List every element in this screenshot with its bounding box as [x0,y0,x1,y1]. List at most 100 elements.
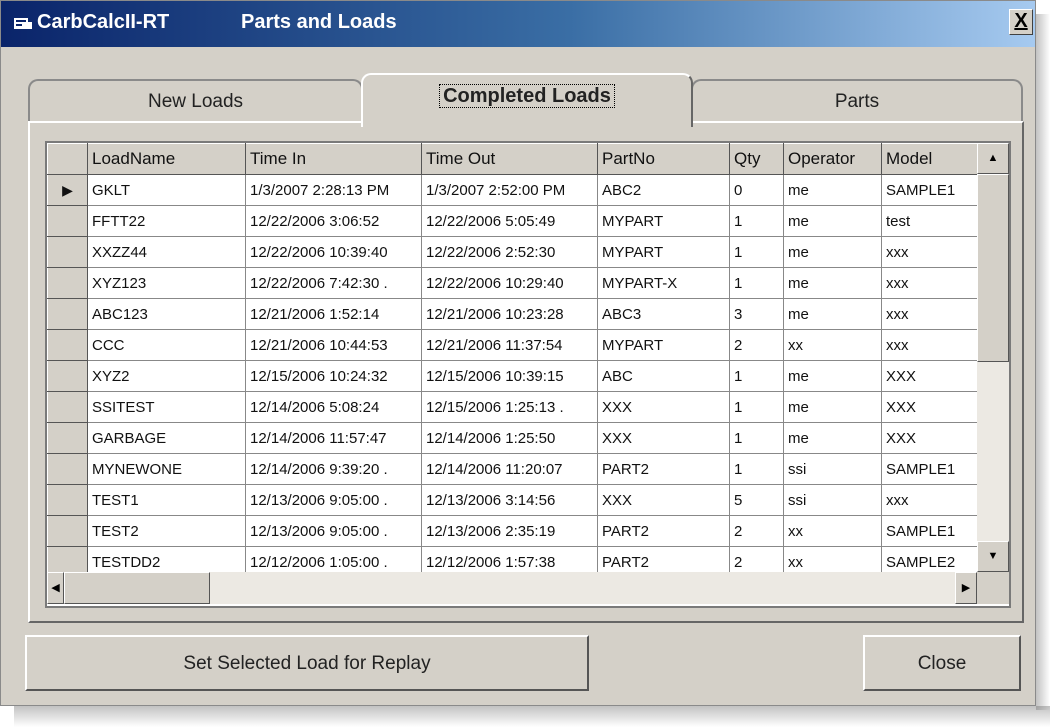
grid-cell[interactable]: xxx [881,484,978,516]
grid-cell[interactable]: test [881,205,978,237]
grid-cell[interactable]: XYZ123 [87,267,246,299]
grid-cell[interactable]: 12/15/2006 10:39:15 [421,360,598,392]
grid-cell[interactable]: XYZ2 [87,360,246,392]
grid-cell[interactable]: me [783,174,882,206]
column-header[interactable]: Qty [729,143,784,175]
grid-cell[interactable]: 12/22/2006 10:29:40 [421,267,598,299]
grid-cell[interactable]: me [783,205,882,237]
grid-cell[interactable]: 12/22/2006 2:52:30 [421,236,598,268]
row-selector[interactable] [47,236,88,268]
row-selector[interactable] [47,205,88,237]
table-row[interactable]: FFTT22 12/22/2006 3:06:52 12/22/2006 5:05:… [47,205,978,237]
row-selector[interactable] [47,453,88,485]
grid-cell[interactable]: XXX [597,484,730,516]
grid-cell[interactable]: ssi [783,484,882,516]
grid-cell[interactable]: XXX [597,391,730,423]
grid-cell[interactable]: XXX [881,422,978,454]
grid-cell[interactable]: 12/21/2006 1:52:14 [245,298,422,330]
grid-cell[interactable]: 12/14/2006 5:08:24 [245,391,422,423]
grid-cell[interactable]: 12/14/2006 1:25:50 [421,422,598,454]
title-bar[interactable]: CarbCalcII-RT Parts and Loads X [1,1,1035,47]
grid-cell[interactable]: 12/21/2006 11:37:54 [421,329,598,361]
row-selector[interactable] [47,391,88,423]
grid-cell[interactable]: 3 [729,298,784,330]
grid-cell[interactable]: me [783,391,882,423]
scroll-up-button[interactable]: ▲ [977,143,1009,174]
loads-grid[interactable]: LoadName Time In Time Out PartNo Qty Ope… [45,141,1011,608]
horizontal-scrollbar[interactable]: ◀ ▶ [47,572,977,604]
table-row[interactable]: GARBAGE 12/14/2006 11:57:47 12/14/2006 1:2… [47,422,978,454]
row-selector[interactable] [47,422,88,454]
grid-cell[interactable]: xxx [881,298,978,330]
row-selector[interactable] [47,329,88,361]
horizontal-scroll-thumb[interactable] [64,572,210,604]
grid-cell[interactable]: PART2 [597,515,730,547]
column-header[interactable]: LoadName [87,143,246,175]
grid-cell[interactable]: 12/21/2006 10:23:28 [421,298,598,330]
close-icon[interactable]: X [1009,9,1033,35]
grid-cell[interactable]: TEST2 [87,515,246,547]
grid-cell[interactable]: XXZZ44 [87,236,246,268]
grid-cell[interactable]: 1 [729,267,784,299]
grid-cell[interactable]: PART2 [597,453,730,485]
grid-cell[interactable]: 12/14/2006 9:39:20 . [245,453,422,485]
grid-cell[interactable]: 12/21/2006 10:44:53 [245,329,422,361]
grid-cell[interactable]: MYPART-X [597,267,730,299]
set-replay-button[interactable]: Set Selected Load for Replay [25,635,589,691]
column-header[interactable]: Operator [783,143,882,175]
table-row[interactable]: XXZZ44 12/22/2006 10:39:40 12/22/2006 2:52… [47,236,978,268]
grid-cell[interactable]: 2 [729,515,784,547]
table-row[interactable]: MYNEWONE 12/14/2006 9:39:20 . 12/14/2006 1… [47,453,978,485]
grid-cell[interactable]: XXX [881,360,978,392]
grid-cell[interactable]: 12/14/2006 11:20:07 [421,453,598,485]
grid-cell[interactable]: CCC [87,329,246,361]
grid-cell[interactable]: GKLT [87,174,246,206]
vertical-scroll-thumb[interactable] [977,174,1009,362]
table-row[interactable]: XYZ123 12/22/2006 7:42:30 . 12/22/2006 10:… [47,267,978,299]
grid-cell[interactable]: ssi [783,453,882,485]
grid-cell[interactable]: 12/13/2006 9:05:00 . [245,484,422,516]
grid-cell[interactable]: 12/13/2006 3:14:56 [421,484,598,516]
table-row[interactable]: SSITEST 12/14/2006 5:08:24 12/15/2006 1:25… [47,391,978,423]
grid-cell[interactable]: ABC [597,360,730,392]
scroll-right-button[interactable]: ▶ [955,572,977,604]
close-button[interactable]: Close [863,635,1021,691]
row-selector[interactable] [47,298,88,330]
grid-cell[interactable]: me [783,298,882,330]
grid-cell[interactable]: 12/15/2006 1:25:13 . [421,391,598,423]
grid-cell[interactable]: 2 [729,329,784,361]
tab-completed-loads[interactable]: Completed Loads [361,73,693,127]
table-row[interactable]: ABC123 12/21/2006 1:52:14 12/21/2006 10:23… [47,298,978,330]
row-selector[interactable] [47,484,88,516]
table-row[interactable]: TEST1 12/13/2006 9:05:00 . 12/13/2006 3:14… [47,484,978,516]
grid-cell[interactable]: 12/15/2006 10:24:32 [245,360,422,392]
grid-cell[interactable]: GARBAGE [87,422,246,454]
grid-cell[interactable]: xxx [881,267,978,299]
grid-cell[interactable]: XXX [881,391,978,423]
grid-cell[interactable]: MYPART [597,329,730,361]
grid-cell[interactable]: 12/22/2006 7:42:30 . [245,267,422,299]
grid-cell[interactable]: MYPART [597,205,730,237]
grid-cell[interactable]: 1 [729,236,784,268]
table-row[interactable]: ▶ GKLT 1/3/2007 2:28:13 PM 1/3/2007 2:52:00… [47,174,978,206]
column-header[interactable]: Time In [245,143,422,175]
grid-cell[interactable]: SAMPLE1 [881,453,978,485]
grid-cell[interactable]: 1 [729,360,784,392]
grid-cell[interactable]: ABC3 [597,298,730,330]
scroll-down-button[interactable]: ▼ [977,541,1009,572]
grid-cell[interactable]: xx [783,329,882,361]
grid-cell[interactable]: xxx [881,236,978,268]
grid-cell[interactable]: 1 [729,205,784,237]
grid-cell[interactable]: XXX [597,422,730,454]
grid-cell[interactable]: 12/22/2006 10:39:40 [245,236,422,268]
column-header[interactable]: Model [881,143,978,175]
grid-cell[interactable]: 1 [729,453,784,485]
table-row[interactable]: CCC 12/21/2006 10:44:53 12/21/2006 11:37:5… [47,329,978,361]
grid-cell[interactable]: xxx [881,329,978,361]
grid-cell[interactable]: FFTT22 [87,205,246,237]
grid-cell[interactable]: SSITEST [87,391,246,423]
table-row[interactable]: TEST2 12/13/2006 9:05:00 . 12/13/2006 2:35… [47,515,978,547]
grid-cell[interactable]: 0 [729,174,784,206]
grid-cell[interactable]: 12/22/2006 5:05:49 [421,205,598,237]
tab-new-loads[interactable]: New Loads [28,79,363,123]
